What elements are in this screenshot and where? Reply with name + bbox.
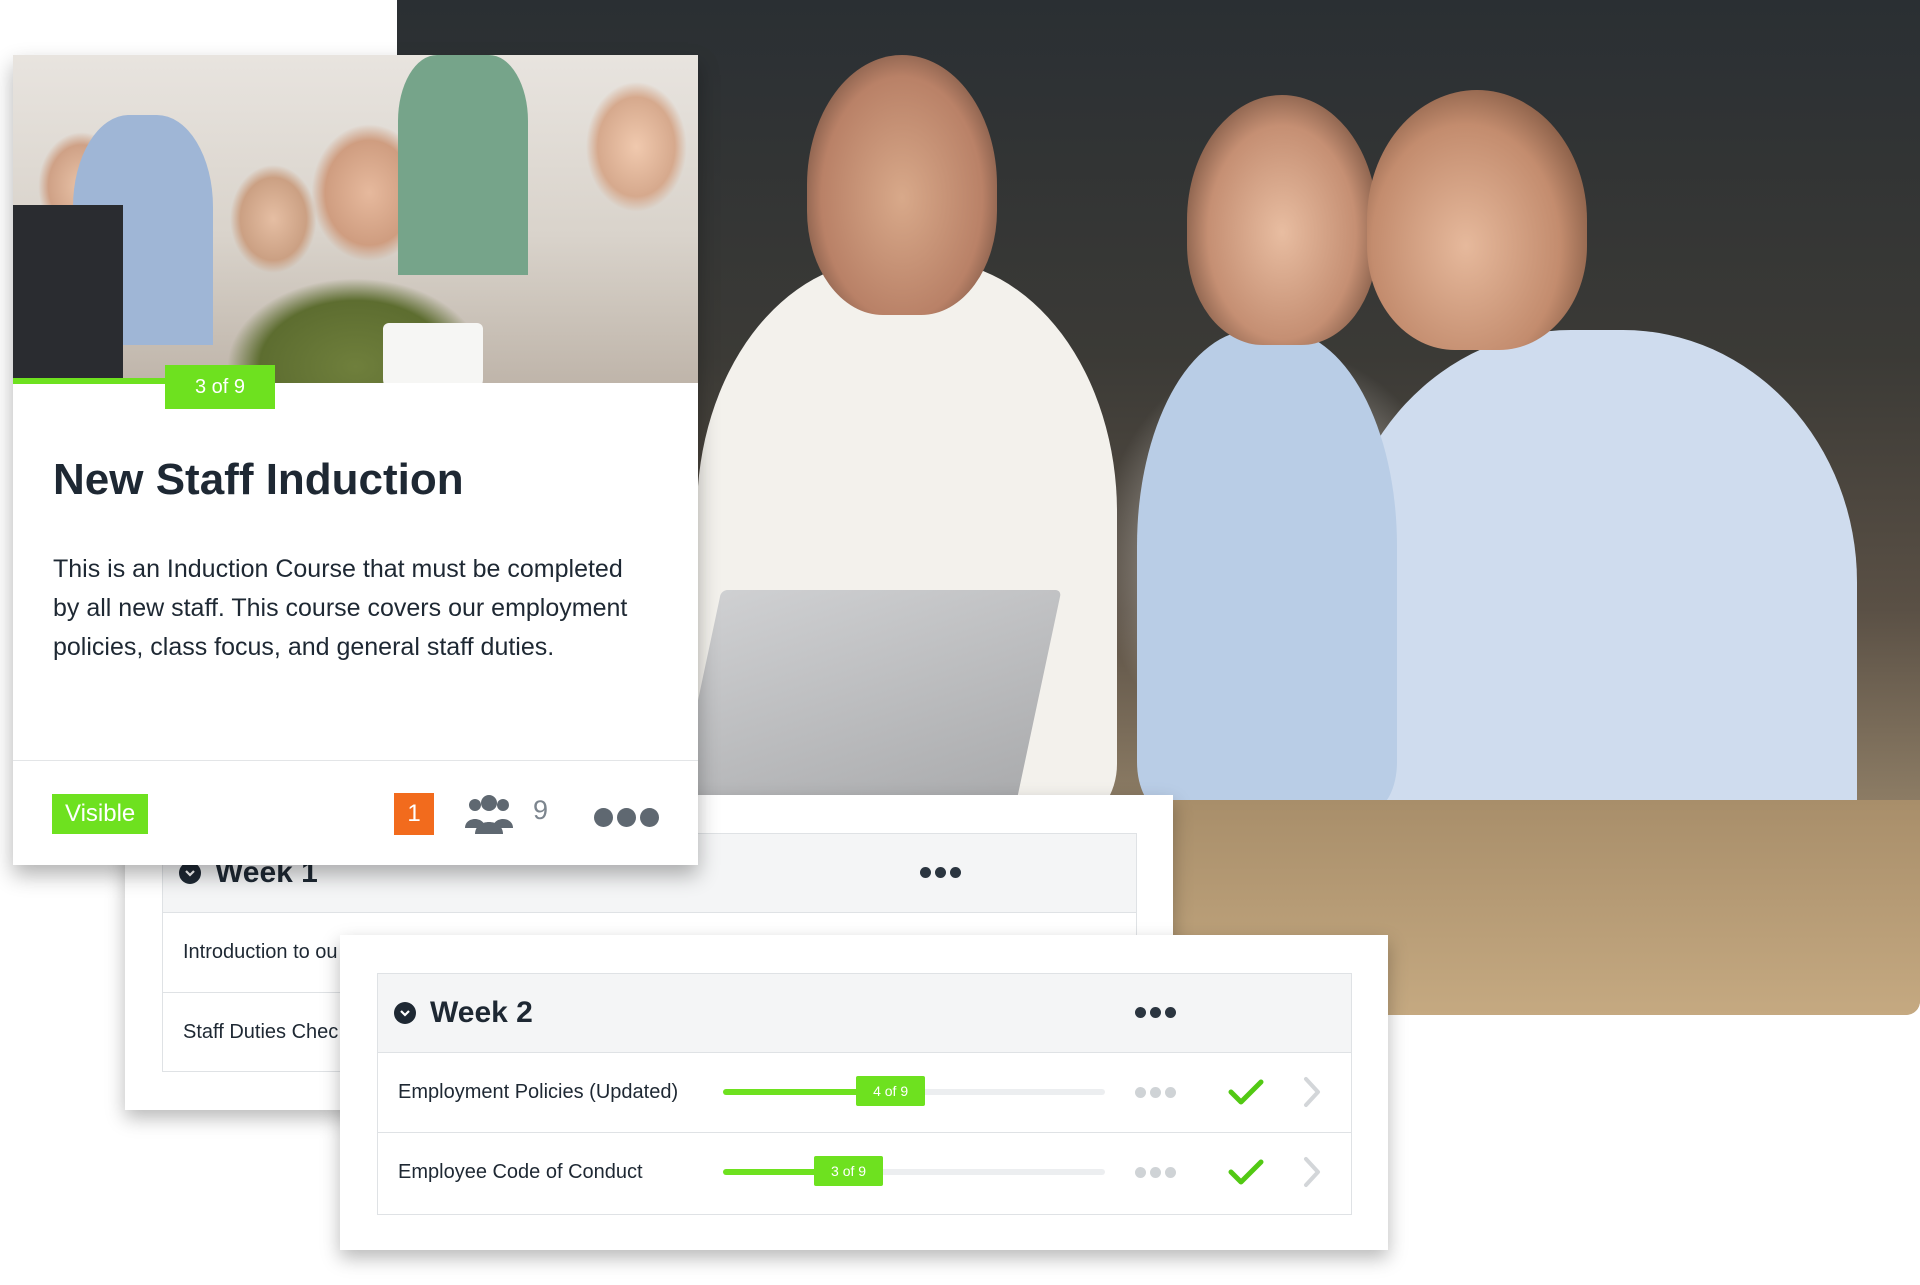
week2-section: Week 2 Employment Policies (Updated) 4 o… <box>377 973 1352 1215</box>
cover-monitor <box>13 205 123 383</box>
chevron-right-icon[interactable] <box>1303 1076 1321 1108</box>
chevron-right-icon[interactable] <box>1303 1156 1321 1188</box>
lesson-title: Employee Code of Conduct <box>398 1161 643 1183</box>
week2-more-icon[interactable] <box>1135 1007 1176 1018</box>
chevron-down-icon[interactable] <box>394 1002 416 1024</box>
week2-panel: Week 2 Employment Policies (Updated) 4 o… <box>340 935 1388 1250</box>
cover-person <box>398 55 528 275</box>
course-card-footer: Visible 1 9 <box>13 760 698 866</box>
visibility-badge[interactable]: Visible <box>52 794 149 834</box>
lesson-title: Employment Policies (Updated) <box>398 1081 679 1103</box>
course-description: This is an Induction Course that must be… <box>53 555 628 661</box>
check-icon <box>1228 1079 1264 1105</box>
lesson-progress-bar: 4 of 9 <box>723 1076 1105 1106</box>
photo-face-1 <box>807 55 997 315</box>
photo-face-2 <box>1187 95 1377 345</box>
lesson-title: Introduction to ou <box>183 941 338 963</box>
group-icon <box>465 795 513 834</box>
notification-badge[interactable]: 1 <box>394 793 434 835</box>
week2-row[interactable]: Employment Policies (Updated) 4 of 9 <box>378 1053 1351 1133</box>
week1-more-icon[interactable] <box>920 867 961 878</box>
lesson-progress-bar: 3 of 9 <box>723 1156 1105 1186</box>
course-progress-badge: 3 of 9 <box>165 365 275 409</box>
week2-row[interactable]: Employee Code of Conduct 3 of 9 <box>378 1133 1351 1212</box>
course-title: New Staff Induction <box>53 455 464 504</box>
week2-header[interactable]: Week 2 <box>378 974 1351 1053</box>
cover-mug <box>383 323 483 383</box>
lesson-progress-badge: 4 of 9 <box>856 1076 926 1106</box>
member-count: 9 <box>533 795 549 825</box>
course-cover-image <box>13 55 698 383</box>
lesson-more-icon[interactable] <box>1135 1167 1176 1178</box>
week2-title: Week 2 <box>430 996 533 1029</box>
lesson-title: Staff Duties Chec <box>183 1021 339 1043</box>
course-card[interactable]: 3 of 9 New Staff Induction This is an In… <box>13 55 698 865</box>
lesson-more-icon[interactable] <box>1135 1087 1176 1098</box>
course-more-icon[interactable] <box>594 808 659 827</box>
course-progress-line <box>13 378 173 384</box>
photo-laptop <box>672 590 1062 820</box>
photo-face-3 <box>1367 90 1587 350</box>
check-icon <box>1228 1159 1264 1185</box>
lesson-progress-badge: 3 of 9 <box>814 1156 884 1186</box>
photo-person-2 <box>1137 330 1397 810</box>
